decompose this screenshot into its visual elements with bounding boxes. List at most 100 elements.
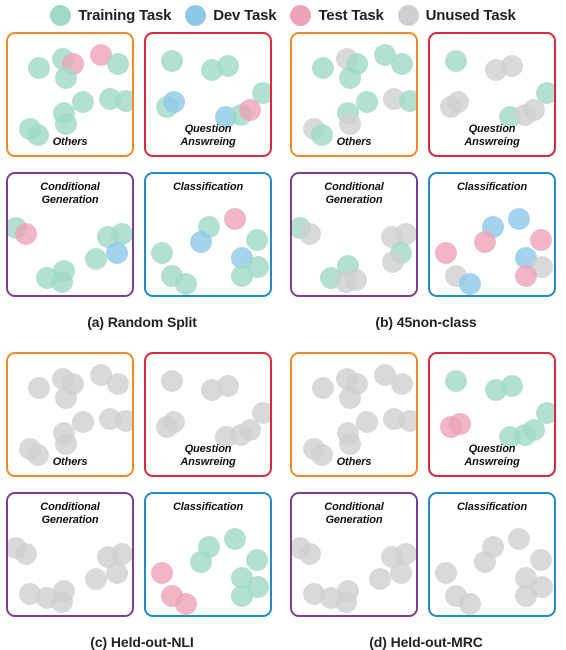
quadrant-qa: Question Answreing — [428, 32, 556, 157]
task-dot-training — [28, 57, 50, 79]
quadrant-classification: Classification — [144, 492, 272, 617]
task-dot-unused — [85, 568, 107, 590]
quadrant-grid: Others Question Answreing Conditional Genera… — [290, 352, 562, 620]
task-dot-unused — [19, 583, 41, 605]
task-dot-unused — [530, 549, 552, 571]
task-dot-training — [391, 53, 413, 75]
quadrant-condgen: Conditional Generation — [6, 492, 134, 617]
task-dot-training — [231, 265, 253, 287]
subfigure-caption: (b) 45non-class — [375, 314, 477, 330]
task-dot-unused — [72, 411, 94, 433]
legend-item-test-task: Test Task — [290, 4, 384, 26]
task-dot-training — [224, 528, 246, 550]
task-dot-training — [55, 113, 77, 135]
task-dot-unused — [523, 99, 545, 121]
task-dot-training — [161, 50, 183, 72]
subfigure-a: Others Question Answreing Conditional Genera… — [6, 32, 278, 330]
task-dot-training — [51, 271, 73, 293]
task-dot-unused — [501, 55, 523, 77]
task-dot-training — [445, 370, 467, 392]
task-dot-unused — [51, 591, 73, 613]
subfigure-caption: (c) Held-out-NLI — [90, 634, 194, 650]
task-dot-training — [217, 55, 239, 77]
quadrant-label: Conditional Generation — [40, 181, 100, 206]
legend-label: Unused Task — [425, 6, 516, 24]
legend-label: Test Task — [318, 6, 384, 24]
task-dot-training — [107, 53, 129, 75]
task-dot-unused — [27, 444, 49, 466]
task-dot-training — [339, 67, 361, 89]
task-dot-unused — [55, 433, 77, 455]
quadrant-condgen: Conditional Generation — [290, 172, 418, 297]
task-dot-unused — [508, 528, 530, 550]
task-dot-unused — [515, 585, 537, 607]
task-dot-unused — [474, 551, 496, 573]
task-dot-unused — [107, 373, 129, 395]
quadrant-label: Classification — [172, 501, 244, 513]
task-dot-dev — [163, 91, 185, 113]
task-dot-training — [246, 229, 268, 251]
task-dot-training — [231, 585, 253, 607]
task-dot-test — [530, 229, 552, 251]
circle-icon — [50, 4, 72, 26]
task-dot-unused — [15, 543, 37, 565]
quadrant-classification: Classification — [144, 172, 272, 297]
task-dot-training — [55, 67, 77, 89]
task-dot-unused — [106, 562, 128, 584]
task-dot-unused — [369, 568, 391, 590]
task-dot-unused — [390, 562, 412, 584]
task-dot-training — [445, 50, 467, 72]
task-dot-training — [246, 549, 268, 571]
quadrant-condgen: Conditional Generation — [290, 492, 418, 617]
task-dot-unused — [239, 419, 261, 441]
task-dot-training — [72, 91, 94, 113]
quadrant-condgen: Conditional Generation — [6, 172, 134, 297]
task-dot-test — [224, 208, 246, 230]
task-dot-unused — [303, 583, 325, 605]
legend: Training Task Dev Task Test Task Unused Tas… — [0, 0, 566, 30]
task-dot-training — [175, 273, 197, 295]
task-dot-test — [449, 413, 471, 435]
task-dot-unused — [382, 251, 404, 273]
task-dot-unused — [459, 593, 481, 615]
task-dot-training — [399, 90, 416, 112]
quadrant-label: Question Answreing — [464, 443, 520, 468]
task-dot-test — [474, 231, 496, 253]
quadrant-label: Question Answreing — [180, 443, 236, 468]
task-dot-training — [151, 242, 173, 264]
quadrant-label: Conditional Generation — [40, 501, 100, 526]
subfigure-caption: (d) Held-out-MRC — [369, 634, 483, 650]
task-dot-test — [151, 562, 173, 584]
task-dot-unused — [345, 269, 367, 291]
quadrant-grid: Others Question Answreing Conditional Genera… — [6, 352, 278, 620]
quadrant-others: Others — [6, 352, 134, 477]
task-dot-unused — [299, 223, 321, 245]
task-dot-unused — [217, 375, 239, 397]
circle-icon — [185, 4, 207, 26]
task-dot-unused — [312, 377, 334, 399]
task-dot-training — [523, 419, 545, 441]
task-dot-test — [239, 99, 261, 121]
task-dot-unused — [55, 387, 77, 409]
task-dot-training — [501, 375, 523, 397]
quadrant-label: Classification — [456, 181, 528, 193]
task-dot-training — [312, 57, 334, 79]
task-dot-test — [15, 223, 37, 245]
task-dot-unused — [339, 433, 361, 455]
task-dot-unused — [335, 591, 357, 613]
quadrant-label: Conditional Generation — [324, 501, 384, 526]
subfigure-caption: (a) Random Split — [87, 314, 197, 330]
task-dot-dev — [459, 273, 481, 295]
legend-label: Training Task — [78, 6, 172, 24]
subfigure-b: Others Question Answreing Conditional Genera… — [290, 32, 562, 330]
task-dot-unused — [28, 377, 50, 399]
task-dot-unused — [447, 91, 469, 113]
task-dot-training — [85, 248, 107, 270]
quadrant-others: Others — [6, 32, 134, 157]
task-dot-unused — [163, 411, 185, 433]
task-dot-training — [115, 90, 132, 112]
quadrant-others: Others — [290, 32, 418, 157]
task-dot-unused — [399, 410, 416, 432]
task-dot-training — [190, 551, 212, 573]
quadrant-others: Others — [290, 352, 418, 477]
